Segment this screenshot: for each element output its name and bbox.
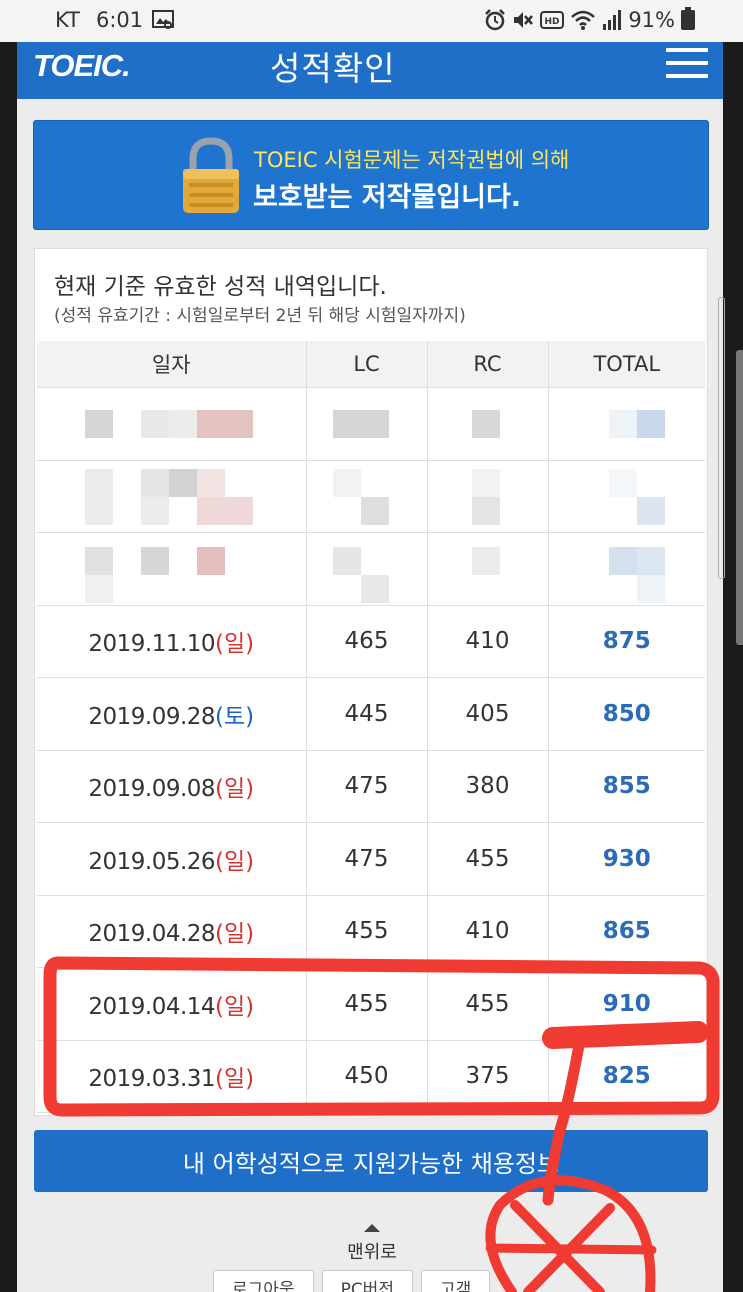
copyright-banner: TOEIC 시험문제는 저작권법에 의해 보호받는 저작물입니다. <box>33 120 709 230</box>
date-cell: 2019.11.10(일) <box>37 605 307 678</box>
status-bar: KT 6:01 HD 91% <box>0 0 743 42</box>
lc-score: 445 <box>306 677 428 751</box>
validity-note: (성적 유효기간 : 시험일로부터 2년 뒤 해당 시험일자까지) <box>54 306 466 326</box>
table-row: 2019.11.10(일) 465 410 875 <box>37 605 705 678</box>
lc-score: 450 <box>306 1040 428 1113</box>
mute-icon <box>514 12 534 28</box>
status-icons: HD 91% <box>484 7 695 32</box>
column-header-date: 일자 <box>37 341 307 388</box>
hamburger-icon[interactable] <box>666 48 708 78</box>
redacted-row <box>37 460 705 533</box>
footer-links: 로그아웃 PC버전 고객 <box>213 1270 491 1292</box>
total-score[interactable]: 930 <box>548 822 705 896</box>
table-header-row: 일자 LC RC TOTAL <box>37 341 705 388</box>
lc-score: 475 <box>306 822 428 896</box>
redacted-cell <box>548 387 705 461</box>
redacted-cell <box>37 460 307 533</box>
total-score[interactable]: 855 <box>548 750 705 823</box>
triangle-up-icon <box>364 1224 380 1232</box>
table-row: 2019.04.14(일) 455 455 910 <box>37 967 705 1041</box>
svg-text:HD: HD <box>545 17 560 27</box>
redacted-row <box>37 387 705 461</box>
date-cell: 2019.04.28(일) <box>37 895 307 968</box>
rc-score: 410 <box>427 895 549 968</box>
column-header-rc: RC <box>427 341 549 388</box>
hd-icon: HD <box>540 11 565 29</box>
redacted-cell <box>548 532 705 606</box>
table-row: 2019.05.26(일) 475 455 930 <box>37 822 705 896</box>
signal-icon <box>603 10 622 30</box>
redacted-cell <box>427 387 549 461</box>
battery-icon <box>681 7 695 30</box>
redacted-cell <box>306 460 428 533</box>
battery-level: 91% <box>628 8 675 32</box>
job-info-button[interactable]: 내 어학성적으로 지원가능한 채용정보 <box>34 1130 708 1192</box>
alarm-icon <box>485 9 506 31</box>
logout-button[interactable]: 로그아웃 <box>213 1270 314 1292</box>
toeic-logo[interactable]: TOEIC. <box>33 48 131 84</box>
date-cell: 2019.05.26(일) <box>37 822 307 896</box>
total-score[interactable]: 910 <box>548 967 705 1041</box>
scroll-to-top[interactable]: 맨위로 <box>337 1224 407 1264</box>
rc-score: 455 <box>427 967 549 1041</box>
customer-button[interactable]: 고객 <box>420 1270 491 1292</box>
redacted-cell <box>306 532 428 606</box>
lc-score: 475 <box>306 750 428 823</box>
table-row: 2019.04.28(일) 455 410 865 <box>37 895 705 968</box>
redacted-cell <box>37 387 307 461</box>
page-title: 성적확인 <box>270 49 396 88</box>
rc-score: 375 <box>427 1040 549 1113</box>
rc-score: 410 <box>427 605 549 678</box>
panel-title: 현재 기준 유효한 성적 내역입니다. <box>54 274 387 300</box>
date-cell: 2019.03.31(일) <box>37 1040 307 1113</box>
score-table: 일자 LC RC TOTAL 2019.11.10(일) 465 410 875… <box>37 341 705 1113</box>
pc-version-button[interactable]: PC버전 <box>321 1270 413 1292</box>
score-panel: 현재 기준 유효한 성적 내역입니다. (성적 유효기간 : 시험일로부터 2년… <box>34 248 708 1116</box>
redacted-cell <box>427 460 549 533</box>
scroll-to-top-label: 맨위로 <box>347 1242 397 1263</box>
gallery-icon <box>152 10 174 29</box>
redacted-cell <box>306 387 428 461</box>
redacted-cell <box>548 460 705 533</box>
rc-score: 380 <box>427 750 549 823</box>
date-cell: 2019.09.28(토) <box>37 677 307 751</box>
redacted-cell <box>427 532 549 606</box>
app-header: TOEIC. 성적확인 <box>17 42 723 99</box>
padlock-icon <box>183 137 239 213</box>
column-header-lc: LC <box>306 341 428 388</box>
table-row: 2019.09.08(일) 475 380 855 <box>37 750 705 823</box>
status-time: 6:01 <box>96 8 144 32</box>
column-header-total: TOTAL <box>548 341 705 388</box>
banner-line-2: 보호받는 저작물입니다. <box>253 182 522 213</box>
wifi-icon <box>571 10 596 30</box>
total-score[interactable]: 875 <box>548 605 705 678</box>
lc-score: 465 <box>306 605 428 678</box>
rc-score: 455 <box>427 822 549 896</box>
total-score[interactable]: 865 <box>548 895 705 968</box>
total-score[interactable]: 850 <box>548 677 705 751</box>
app-frame: TOEIC. 성적확인 TOEIC 시험문제는 저작권법에 의해 보호받는 저작… <box>17 42 723 1292</box>
banner-line-1: TOEIC 시험문제는 저작권법에 의해 <box>254 148 570 172</box>
rc-score: 405 <box>427 677 549 751</box>
redacted-row <box>37 532 705 606</box>
total-score[interactable]: 825 <box>548 1040 705 1113</box>
edge-panel-handle[interactable] <box>736 350 743 645</box>
lc-score: 455 <box>306 895 428 968</box>
carrier-name: KT <box>55 8 80 32</box>
page-scrollbar[interactable] <box>718 297 725 579</box>
date-cell: 2019.09.08(일) <box>37 750 307 823</box>
table-row: 2019.09.28(토) 445 405 850 <box>37 677 705 751</box>
lc-score: 455 <box>306 967 428 1041</box>
redacted-cell <box>37 532 307 606</box>
date-cell: 2019.04.14(일) <box>37 967 307 1041</box>
table-row: 2019.03.31(일) 450 375 825 <box>37 1040 705 1113</box>
